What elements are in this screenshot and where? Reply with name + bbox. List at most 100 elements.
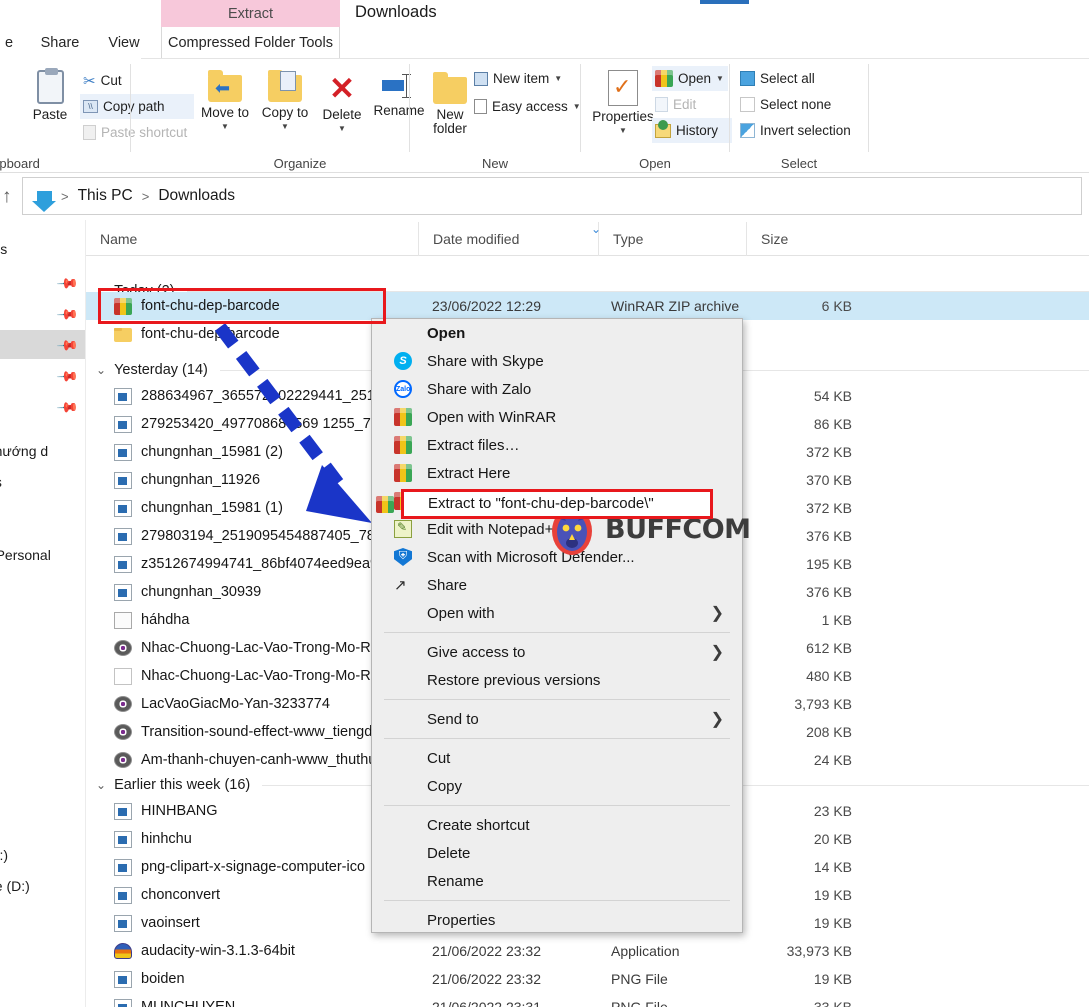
sidebar-item-desktop[interactable]: Desktop📌 bbox=[0, 268, 85, 297]
table-row[interactable]: boiden 21/06/2022 23:32 PNG File 19 KB bbox=[86, 965, 1089, 993]
sidebar-item-desktop-2[interactable]: Desktop bbox=[0, 666, 85, 695]
blank-file-icon bbox=[114, 667, 132, 685]
menu-item-create-shortcut[interactable]: Create shortcut bbox=[372, 811, 742, 839]
menu-item-open-with[interactable]: Open with ❯ bbox=[372, 599, 742, 627]
sidebar-item-pictures[interactable]: Pictures📌 bbox=[0, 361, 85, 390]
sidebar-item-windows-c[interactable]: Windows (C:) bbox=[0, 840, 85, 869]
chevron-down-icon[interactable]: ⌄ bbox=[96, 778, 106, 792]
menu-item-share[interactable]: ↗ Share bbox=[372, 571, 742, 599]
menu-item-label: Properties bbox=[427, 911, 496, 929]
menu-item-extract-to-folder[interactable]: Extract to "font-chu-dep-barcode\" bbox=[372, 487, 742, 515]
open-caret-icon[interactable]: ▼ bbox=[716, 74, 724, 83]
menu-item-send-to[interactable]: Send to ❯ bbox=[372, 705, 742, 733]
delete-label: Delete bbox=[322, 107, 362, 122]
table-row[interactable]: MUNCHUYEN 21/06/2022 23:31 PNG File 33 K… bbox=[86, 993, 1089, 1007]
menu-separator bbox=[384, 632, 730, 633]
copy-path-button[interactable]: \\ Copy path bbox=[80, 94, 194, 119]
new-item-button[interactable]: New item ▼ bbox=[471, 66, 571, 91]
breadcrumb-this-pc[interactable]: This PC bbox=[78, 187, 133, 205]
file-name: audacity-win-3.1.3-64bit bbox=[141, 943, 295, 959]
select-none-icon bbox=[740, 97, 755, 112]
delete-button[interactable]: ✕ Delete ▼ bbox=[316, 71, 368, 136]
menu-item-delete[interactable]: Delete bbox=[372, 839, 742, 867]
menu-item-scan-with-defender[interactable]: ⛨ Scan with Microsoft Defender... bbox=[372, 543, 742, 571]
menu-item-rename[interactable]: Rename bbox=[372, 867, 742, 895]
sidebar-item-onedrive[interactable]: OneDrive - Personal bbox=[0, 540, 85, 569]
sidebar-item-downloads[interactable]: Downloads📌 bbox=[0, 330, 85, 359]
file-date: 21/06/2022 23:31 bbox=[432, 999, 541, 1007]
menu-item-open[interactable]: Open bbox=[372, 319, 742, 347]
breadcrumb-downloads[interactable]: Downloads bbox=[158, 187, 235, 205]
folder-icon bbox=[114, 328, 132, 342]
sidebar-item-video-huong-dan[interactable]: Video theo hướng d bbox=[0, 436, 85, 465]
menu-item-label: Share with Skype bbox=[427, 352, 544, 370]
menu-item-edit-with-notepadpp[interactable]: Edit with Notepad++ bbox=[372, 515, 742, 543]
sidebar-item-media[interactable]: Media📌 bbox=[0, 392, 85, 421]
navigation-pane[interactable]: Quick access Desktop📌 Documents📌 Downloa… bbox=[0, 220, 86, 1007]
delete-caret-icon[interactable]: ▼ bbox=[338, 122, 346, 136]
menu-item-extract-files[interactable]: Extract files… bbox=[372, 431, 742, 459]
tab-file[interactable]: e bbox=[0, 27, 26, 58]
image-file-icon bbox=[114, 830, 132, 848]
move-to-caret-icon[interactable]: ▼ bbox=[221, 120, 229, 134]
move-to-button[interactable]: ⬅ Move to ▼ bbox=[196, 70, 254, 134]
table-row[interactable]: audacity-win-3.1.3-64bit 21/06/2022 23:3… bbox=[86, 937, 1089, 965]
menu-separator bbox=[384, 699, 730, 700]
select-all-button[interactable]: Select all bbox=[737, 66, 857, 91]
up-arrow-icon[interactable]: ↑ bbox=[2, 186, 12, 208]
tab-extract[interactable]: Extract bbox=[161, 0, 340, 27]
sidebar-item-screenshots[interactable]: Screenshots bbox=[0, 467, 85, 496]
tab-view[interactable]: View bbox=[100, 27, 148, 58]
tab-compressed-folder-tools[interactable]: Compressed Folder Tools bbox=[161, 27, 340, 58]
column-header-date-modified[interactable]: Date modified bbox=[418, 222, 598, 256]
sidebar-item-new-volume-d[interactable]: New Volume (D:) bbox=[0, 871, 85, 900]
menu-item-restore-previous-versions[interactable]: Restore previous versions bbox=[372, 666, 742, 694]
column-header-type[interactable]: Type bbox=[598, 222, 746, 256]
open-button[interactable]: Open ▼ bbox=[652, 66, 728, 91]
column-header-size[interactable]: Size bbox=[746, 222, 846, 256]
column-header-name[interactable]: Name bbox=[86, 222, 418, 256]
breadcrumb[interactable]: > This PC > Downloads bbox=[22, 177, 1082, 215]
properties-caret-icon[interactable]: ▼ bbox=[619, 124, 627, 138]
menu-item-label: Send to bbox=[427, 710, 479, 728]
menu-item-cut[interactable]: Cut bbox=[372, 744, 742, 772]
table-row[interactable]: font-chu-dep-barcode 23/06/2022 12:29 Wi… bbox=[86, 292, 1089, 320]
sidebar-item-3d-objects[interactable]: 3D Objects bbox=[0, 635, 85, 664]
paste-button[interactable]: Paste bbox=[18, 68, 82, 122]
menu-item-properties[interactable]: Properties bbox=[372, 906, 742, 934]
pin-icon: 📌 bbox=[55, 333, 80, 357]
group-separator bbox=[868, 64, 869, 152]
new-item-caret-icon[interactable]: ▼ bbox=[554, 74, 562, 83]
menu-item-extract-here[interactable]: Extract Here bbox=[372, 459, 742, 487]
menu-item-share-with-skype[interactable]: S Share with Skype bbox=[372, 347, 742, 375]
group-label-new: New bbox=[481, 156, 508, 171]
sidebar-item-quick-access[interactable]: Quick access bbox=[0, 234, 85, 263]
copy-to-caret-icon[interactable]: ▼ bbox=[281, 120, 289, 134]
properties-button[interactable]: ✓ Properties ▼ bbox=[586, 70, 660, 138]
invert-selection-button[interactable]: Invert selection bbox=[737, 118, 887, 143]
window-title: Downloads bbox=[355, 3, 437, 21]
menu-item-give-access-to[interactable]: Give access to ❯ bbox=[372, 638, 742, 666]
menu-item-open-with-winrar[interactable]: Open with WinRAR bbox=[372, 403, 742, 431]
winrar-icon bbox=[394, 464, 412, 482]
easy-access-button[interactable]: Easy access ▼ bbox=[471, 94, 587, 119]
menu-item-label: Share with Zalo bbox=[427, 380, 532, 398]
sidebar-item-ttt[interactable]: TTT bbox=[0, 497, 85, 526]
sidebar-item-documents[interactable]: Documents📌 bbox=[0, 299, 85, 328]
sidebar-item-documents-2[interactable]: Documents bbox=[0, 697, 85, 726]
cut-button[interactable]: ✂ Cut bbox=[80, 68, 164, 93]
delete-icon: ✕ bbox=[329, 71, 355, 106]
tab-share[interactable]: Share bbox=[34, 27, 86, 58]
file-date: 23/06/2022 12:29 bbox=[432, 298, 541, 314]
sidebar-item-downloads-2[interactable]: Downloads bbox=[0, 728, 85, 757]
select-none-button[interactable]: Select none bbox=[737, 92, 863, 117]
menu-item-share-with-zalo[interactable]: Zalo Share with Zalo bbox=[372, 375, 742, 403]
image-file-icon bbox=[114, 886, 132, 904]
copy-to-button[interactable]: Copy to ▼ bbox=[256, 70, 314, 134]
new-item-label: New item bbox=[493, 71, 550, 86]
menu-item-copy[interactable]: Copy bbox=[372, 772, 742, 800]
chevron-down-icon[interactable]: ⌄ bbox=[96, 363, 106, 377]
history-button[interactable]: History bbox=[652, 118, 732, 143]
submenu-arrow-icon: ❯ bbox=[710, 644, 724, 661]
context-menu[interactable]: Open S Share with Skype Zalo Share with … bbox=[371, 318, 743, 933]
